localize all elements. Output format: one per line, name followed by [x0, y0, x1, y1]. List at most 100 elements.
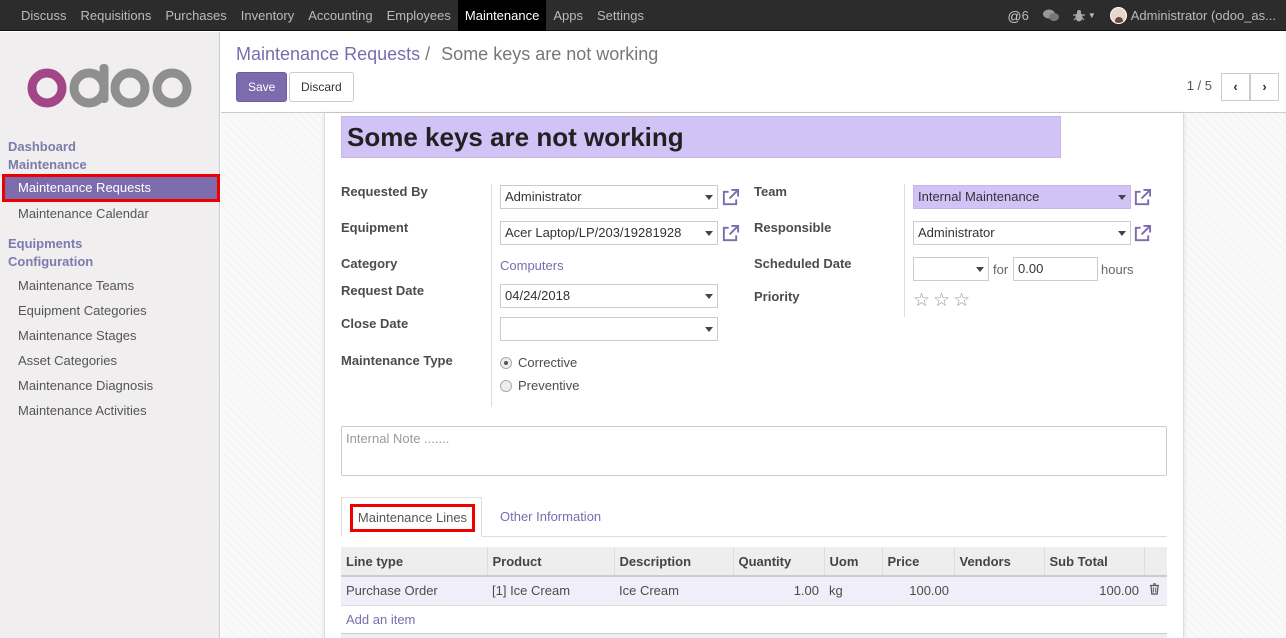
request-title-input[interactable]: Some keys are not working: [341, 116, 1061, 158]
radio-corrective[interactable]: Corrective: [500, 355, 577, 370]
sidebar-item-maintenance-requests[interactable]: Maintenance Requests: [2, 174, 220, 202]
chat-icon: [1042, 9, 1059, 21]
star-icon[interactable]: ☆: [933, 290, 953, 311]
user-name: Administrator (odoo_as...: [1130, 8, 1276, 23]
caret-down-icon: [705, 195, 713, 200]
sidebar-section-dashboard[interactable]: Dashboard: [8, 139, 76, 154]
sidebar-item-maintenance-teams[interactable]: Maintenance Teams: [18, 278, 134, 293]
chevron-left-icon: ‹: [1233, 79, 1238, 94]
external-link-icon[interactable]: [721, 224, 740, 243]
table-header-row: Line type Product Description Quantity U…: [341, 547, 1167, 577]
caret-down-icon: [705, 327, 713, 332]
pager-value[interactable]: 1 / 5: [1187, 78, 1212, 93]
priority-stars[interactable]: ☆☆☆: [913, 289, 973, 312]
cell-description[interactable]: Ice Cream: [614, 576, 733, 606]
discard-button[interactable]: Discard: [289, 72, 354, 102]
internal-note-textarea[interactable]: Internal Note .......: [341, 426, 1167, 476]
request-date-value: 04/24/2018: [505, 288, 571, 303]
menu-inventory[interactable]: Inventory: [234, 0, 301, 31]
notebook-tabs: Maintenance Lines Other Information: [341, 497, 1167, 537]
tab-maintenance-lines[interactable]: Maintenance Lines: [341, 497, 482, 537]
breadcrumb-parent[interactable]: Maintenance Requests: [236, 44, 420, 64]
menu-apps[interactable]: Apps: [546, 0, 590, 31]
menu-requisitions[interactable]: Requisitions: [74, 0, 159, 31]
star-icon[interactable]: ☆: [913, 290, 933, 311]
mentions-count: 6: [1021, 8, 1029, 23]
menu-accounting[interactable]: Accounting: [301, 0, 379, 31]
sidebar-item-asset-categories[interactable]: Asset Categories: [18, 353, 117, 368]
chevron-right-icon: ›: [1262, 79, 1267, 94]
category-label: Category: [341, 256, 398, 271]
sidebar-section-maintenance[interactable]: Maintenance: [8, 157, 87, 172]
radio-preventive[interactable]: Preventive: [500, 378, 579, 393]
delete-row-button[interactable]: [1144, 576, 1167, 606]
table-row[interactable]: Purchase Order [1] Ice Cream Ice Cream 1…: [341, 576, 1167, 606]
maintenance-type-label: Maintenance Type: [341, 353, 453, 368]
duration-input[interactable]: 0.00: [1013, 257, 1098, 281]
column-header[interactable]: Uom: [824, 547, 883, 577]
external-link-icon[interactable]: [1133, 224, 1152, 243]
radio-preventive-label: Preventive: [518, 378, 580, 393]
cell-vendors[interactable]: [954, 576, 1044, 606]
add-item-link[interactable]: Add an item: [346, 612, 415, 627]
team-select[interactable]: Internal Maintenance: [913, 185, 1131, 209]
equipment-select[interactable]: Acer Laptop/LP/203/19281928: [500, 221, 718, 245]
user-menu[interactable]: Administrator (odoo_as...: [1109, 7, 1276, 24]
tab-other-information[interactable]: Other Information: [500, 509, 601, 524]
tab-maintenance-lines-label: Maintenance Lines: [350, 504, 475, 532]
menu-purchases[interactable]: Purchases: [158, 0, 233, 31]
menu-settings[interactable]: Settings: [590, 0, 651, 31]
request-date-input[interactable]: 04/24/2018: [500, 284, 718, 308]
responsible-label: Responsible: [754, 220, 832, 235]
cell-subtotal[interactable]: 100.00: [1044, 576, 1144, 606]
breadcrumb: Maintenance Requests / Some keys are not…: [236, 44, 658, 65]
sidebar-item-maintenance-activities[interactable]: Maintenance Activities: [18, 403, 147, 418]
sidebar-item-maintenance-diagnosis[interactable]: Maintenance Diagnosis: [18, 378, 153, 393]
sidebar-section-configuration[interactable]: Configuration: [8, 254, 93, 269]
sidebar-item-maintenance-stages[interactable]: Maintenance Stages: [18, 328, 137, 343]
column-header[interactable]: Vendors: [954, 547, 1045, 577]
sidebar-item-equipment-categories[interactable]: Equipment Categories: [18, 303, 147, 318]
close-date-label: Close Date: [341, 316, 409, 331]
bug-icon: [1072, 10, 1085, 22]
requested-by-select[interactable]: Administrator: [500, 185, 718, 209]
column-header[interactable]: Description: [614, 547, 734, 577]
responsible-select[interactable]: Administrator: [913, 221, 1131, 245]
star-icon[interactable]: ☆: [953, 290, 973, 311]
external-link-icon[interactable]: [721, 188, 740, 207]
menu-employees[interactable]: Employees: [380, 0, 458, 31]
caret-down-icon: [1118, 195, 1126, 200]
debug-button[interactable]: ▼: [1072, 9, 1096, 22]
sidebar-item-maintenance-calendar[interactable]: Maintenance Calendar: [18, 206, 149, 221]
cell-price[interactable]: 100.00: [882, 576, 954, 606]
external-link-icon[interactable]: [1133, 188, 1152, 207]
table-footer: [341, 633, 1167, 638]
scheduled-date-input[interactable]: [913, 257, 989, 281]
priority-label: Priority: [754, 289, 800, 304]
mentions-button[interactable]: @ 6: [1007, 8, 1028, 24]
category-link[interactable]: Computers: [500, 258, 564, 273]
close-date-input[interactable]: [500, 317, 718, 341]
column-header[interactable]: Sub Total: [1044, 547, 1145, 577]
save-button[interactable]: Save: [236, 72, 288, 102]
column-header[interactable]: Line type: [341, 547, 488, 577]
cell-product[interactable]: [1] Ice Cream: [487, 576, 614, 606]
menu-maintenance[interactable]: Maintenance: [457, 0, 547, 31]
cell-line-type[interactable]: Purchase Order: [341, 576, 487, 606]
cell-quantity[interactable]: 1.00: [733, 576, 824, 606]
menu-discuss[interactable]: Discuss: [14, 0, 74, 31]
cell-uom[interactable]: kg: [824, 576, 882, 606]
caret-down-icon: [705, 231, 713, 236]
pager-next-button[interactable]: ›: [1250, 73, 1279, 101]
messages-button[interactable]: [1042, 9, 1059, 22]
pager-previous-button[interactable]: ‹: [1221, 73, 1250, 101]
caret-down-icon: ▼: [1087, 11, 1096, 20]
team-value: Internal Maintenance: [918, 189, 1040, 204]
breadcrumb-current: Some keys are not working: [441, 44, 659, 64]
column-header[interactable]: Quantity: [733, 547, 825, 577]
at-icon: @: [1007, 7, 1022, 24]
column-header[interactable]: Product: [487, 547, 615, 577]
sidebar-section-equipments[interactable]: Equipments: [8, 236, 82, 251]
scheduled-date-label: Scheduled Date: [754, 256, 852, 271]
column-header[interactable]: Price: [882, 547, 955, 577]
